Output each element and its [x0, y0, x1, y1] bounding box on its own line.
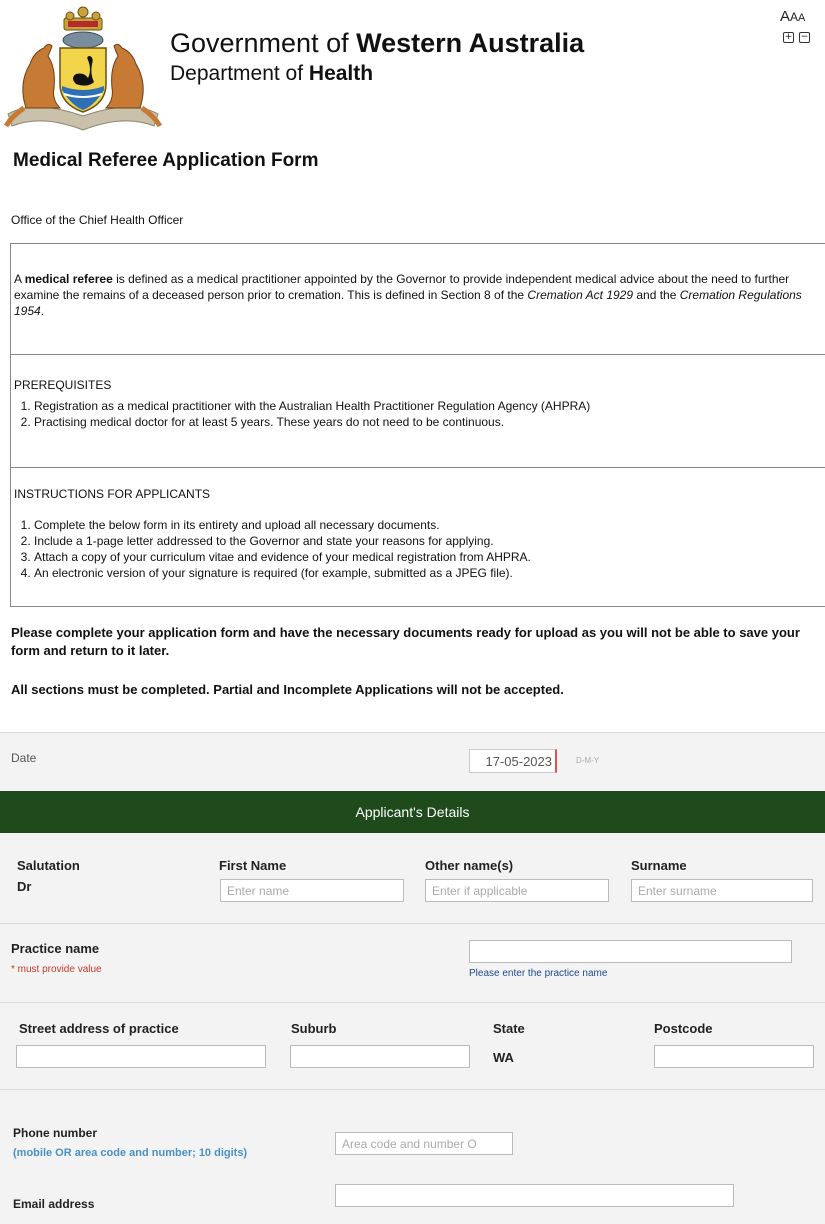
- text-size-small: A: [798, 12, 806, 24]
- text-size-medium: A: [790, 10, 799, 24]
- office-name: Office of the Chief Health Officer: [11, 213, 184, 227]
- phone-sublabel: (mobile OR area code and number; 10 digi…: [13, 1147, 248, 1159]
- page-header: Government of Western Australia Departme…: [0, 0, 825, 150]
- street-address-input[interactable]: [16, 1045, 266, 1068]
- surname-input[interactable]: [631, 879, 813, 902]
- suburb-label: Suburb: [291, 1021, 337, 1036]
- list-item: Practising medical doctor for at least 5…: [34, 414, 814, 430]
- address-row: Street address of practice Suburb State …: [0, 1003, 825, 1090]
- other-names-label: Other name(s): [425, 858, 514, 873]
- other-names-input[interactable]: [425, 879, 609, 902]
- date-row: Date D-M-Y: [0, 732, 825, 791]
- save-warning-notice: Please complete your application form an…: [11, 625, 800, 658]
- definition-paragraph: A medical referee is defined as a medica…: [14, 271, 824, 319]
- def-text3: .: [40, 304, 45, 318]
- date-label: Date: [11, 751, 37, 765]
- postcode-input[interactable]: [654, 1045, 814, 1068]
- list-item: An electronic version of your signature …: [34, 565, 814, 581]
- first-name-input[interactable]: [220, 879, 404, 902]
- phone-label: Phone number: [13, 1126, 98, 1140]
- list-item: Complete the below form in its entirety …: [34, 517, 814, 533]
- email-label: Email address: [13, 1197, 95, 1211]
- divider: [11, 354, 825, 355]
- prerequisites-list: Registration as a medical practitioner w…: [14, 398, 814, 430]
- list-item: Registration as a medical practitioner w…: [34, 398, 814, 414]
- contact-row: Phone number (mobile OR area code and nu…: [0, 1090, 825, 1224]
- department-name: Department of Health: [170, 62, 373, 86]
- practice-name-label: Practice name: [11, 941, 100, 956]
- plus-square-icon[interactable]: +: [783, 32, 794, 43]
- salutation-value: Dr: [17, 879, 32, 894]
- section-header-applicant-details: Applicant's Details: [0, 791, 825, 833]
- list-item: Attach a copy of your curriculum vitae a…: [34, 549, 814, 565]
- state-label: State: [493, 1021, 525, 1036]
- dept-prefix: Department of: [170, 62, 309, 85]
- list-item: Include a 1-page letter addressed to the…: [34, 533, 814, 549]
- government-name: Government of Western Australia: [170, 28, 584, 59]
- page-title: Medical Referee Application Form: [13, 150, 319, 171]
- suburb-input[interactable]: [290, 1045, 470, 1068]
- minus-square-icon[interactable]: −: [799, 32, 810, 43]
- practice-name-input[interactable]: [469, 940, 792, 963]
- wa-coat-of-arms-logo: [3, 4, 163, 150]
- instructions-list: Complete the below form in its entirety …: [14, 517, 814, 581]
- def-term: medical referee: [24, 272, 113, 286]
- surname-label: Surname: [631, 858, 687, 873]
- gov-bold: Western Australia: [356, 28, 585, 58]
- state-value: WA: [493, 1050, 514, 1065]
- street-address-label: Street address of practice: [19, 1021, 179, 1036]
- date-input[interactable]: [469, 749, 557, 773]
- required-message: * must provide value: [11, 964, 102, 975]
- divider: [11, 467, 825, 468]
- def-act1: Cremation Act 1929: [527, 288, 634, 302]
- dept-bold: Health: [308, 62, 374, 85]
- email-input[interactable]: [335, 1184, 734, 1207]
- text-size-large: A: [780, 8, 791, 25]
- gov-prefix: Government of: [170, 28, 357, 58]
- completion-notice: All sections must be completed. Partial …: [11, 682, 564, 697]
- def-text2: and the: [633, 288, 680, 302]
- postcode-label: Postcode: [654, 1021, 713, 1036]
- practice-name-hint: Please enter the practice name: [469, 968, 608, 979]
- practice-name-row: Practice name * must provide value Pleas…: [0, 924, 825, 1003]
- instructions-heading: INSTRUCTIONS FOR APPLICANTS: [14, 487, 211, 501]
- text-size-indicator: AAA: [780, 8, 805, 25]
- information-panel: A medical referee is defined as a medica…: [10, 243, 825, 607]
- first-name-label: First Name: [219, 858, 287, 873]
- prerequisites-heading: PREREQUISITES: [14, 378, 112, 392]
- phone-input[interactable]: [335, 1132, 513, 1155]
- salutation-label: Salutation: [17, 858, 80, 873]
- def-lead: A: [14, 272, 25, 286]
- text-size-controls: + −: [783, 26, 815, 44]
- date-format-hint: D-M-Y: [576, 756, 600, 765]
- name-row: Salutation Dr First Name Other name(s) S…: [0, 833, 825, 924]
